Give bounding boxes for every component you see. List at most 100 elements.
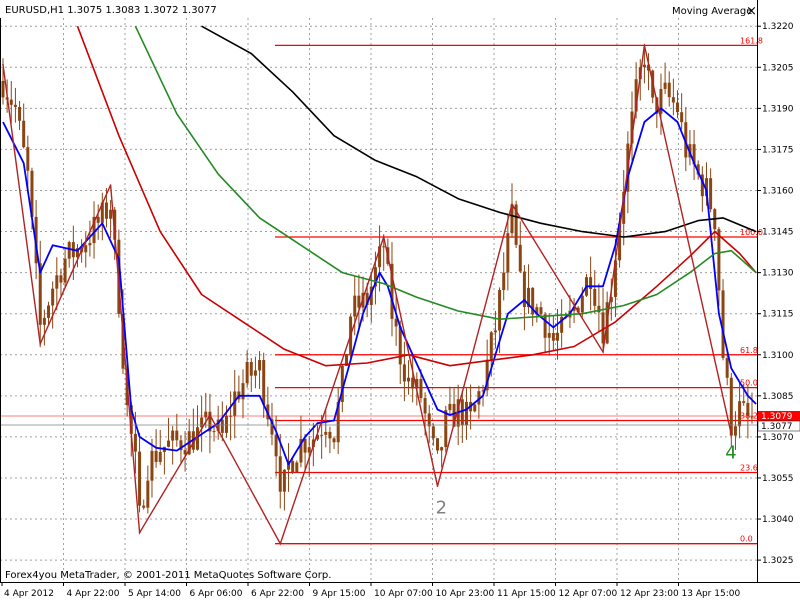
y-tick-label: 1.3100 bbox=[762, 351, 794, 361]
candle-body bbox=[717, 229, 721, 291]
candle-body bbox=[332, 438, 336, 443]
candle-body bbox=[556, 332, 560, 341]
candle-body bbox=[253, 370, 257, 376]
zigzag-point bbox=[511, 203, 513, 205]
x-tick-label: 4 Apr 22:00 bbox=[67, 589, 120, 599]
fib-level-label: 161.8 bbox=[740, 36, 763, 45]
chart-window: 161.8100.061.850.038.223.60.0 24 1.30251… bbox=[0, 0, 800, 600]
svg-text:1.3079: 1.3079 bbox=[761, 412, 793, 422]
candle-body bbox=[138, 451, 142, 506]
candle-body bbox=[133, 433, 137, 452]
candle-body bbox=[473, 404, 477, 412]
candle-body bbox=[167, 440, 171, 447]
candle-body bbox=[22, 120, 26, 148]
y-tick-label: 1.3040 bbox=[762, 515, 794, 525]
y-tick-label: 1.3130 bbox=[762, 269, 794, 279]
candle-body bbox=[427, 413, 431, 427]
x-tick-label: 13 Apr 15:00 bbox=[682, 589, 741, 599]
candle-body bbox=[324, 431, 328, 435]
y-tick-label: 1.3025 bbox=[762, 556, 794, 566]
candle-body bbox=[245, 362, 249, 384]
zigzag-point bbox=[279, 542, 282, 545]
candle-body bbox=[436, 438, 440, 451]
candle-body bbox=[55, 275, 59, 289]
candle bbox=[721, 279, 725, 361]
candle-body bbox=[307, 447, 311, 453]
candle-body bbox=[262, 359, 266, 405]
candle-body bbox=[738, 401, 742, 427]
zigzag-point bbox=[138, 531, 141, 534]
candle-body bbox=[142, 505, 146, 508]
candle-body bbox=[291, 460, 295, 473]
candle-body bbox=[593, 288, 597, 306]
candle-body bbox=[96, 216, 100, 223]
candle-body bbox=[295, 462, 299, 473]
candle-body bbox=[733, 426, 737, 436]
candle-body bbox=[440, 447, 444, 451]
candle-body bbox=[680, 112, 684, 123]
x-tick-label: 5 Apr 14:00 bbox=[128, 589, 181, 599]
x-tick-label: 12 Apr 07:00 bbox=[559, 589, 618, 599]
candle-body bbox=[547, 332, 551, 338]
candle-body bbox=[42, 317, 46, 325]
zigzag-point bbox=[436, 485, 439, 487]
candle-body bbox=[204, 411, 208, 418]
candle-body bbox=[402, 364, 406, 382]
wave-label: 2 bbox=[436, 497, 447, 518]
candle-body bbox=[67, 242, 71, 259]
candle-body bbox=[746, 402, 750, 417]
candle-body bbox=[580, 295, 584, 313]
x-tick-label: 11 Apr 15:00 bbox=[497, 589, 556, 599]
candle-body bbox=[431, 426, 435, 439]
candle-body bbox=[278, 456, 282, 492]
candle-body bbox=[328, 431, 332, 439]
candle-body bbox=[750, 416, 754, 418]
wave-label: 4 bbox=[725, 443, 736, 464]
close-icon[interactable]: × bbox=[746, 4, 757, 19]
candle-body bbox=[26, 147, 30, 171]
candle-body bbox=[502, 272, 506, 290]
candle-body bbox=[489, 332, 493, 360]
candle-body bbox=[282, 469, 286, 492]
y-tick-label: 1.3085 bbox=[762, 392, 794, 402]
x-tick-label: 12 Apr 23:00 bbox=[620, 589, 679, 599]
candle-body bbox=[709, 178, 713, 210]
x-tick-label: 4 Apr 2012 bbox=[4, 589, 54, 599]
candle-body bbox=[663, 82, 667, 89]
candle-body bbox=[589, 277, 593, 289]
y-tick-label: 1.3145 bbox=[762, 228, 794, 238]
candle-body bbox=[642, 64, 646, 68]
candle-body bbox=[543, 314, 547, 338]
fib-level-label: 0.0 bbox=[740, 535, 753, 544]
candle-body bbox=[241, 383, 245, 400]
y-tick-label: 1.3220 bbox=[762, 22, 794, 32]
symbol-ohlc-label: EURUSD,H1 1.3075 1.3083 1.3072 1.3077 bbox=[5, 5, 217, 16]
y-tick-label: 1.3160 bbox=[762, 186, 794, 196]
candle-body bbox=[109, 209, 113, 219]
zigzag-point bbox=[730, 433, 733, 435]
x-tick-label: 10 Apr 23:00 bbox=[436, 589, 495, 599]
candle-body bbox=[171, 430, 175, 441]
candle-body bbox=[671, 97, 675, 103]
zigzag-point bbox=[209, 414, 211, 416]
y-tick-label: 1.3205 bbox=[762, 63, 794, 73]
svg-text:1.3077: 1.3077 bbox=[761, 422, 793, 432]
candle-body bbox=[158, 451, 162, 462]
candle-body bbox=[493, 330, 497, 333]
zigzag-point bbox=[382, 236, 385, 238]
candle-body bbox=[407, 377, 411, 382]
copyright-label: Forex4you MetaTrader, © 2001-2011 MetaQu… bbox=[5, 570, 331, 581]
candle-body bbox=[423, 397, 427, 414]
candle-body bbox=[742, 401, 746, 403]
x-tick-label: 10 Apr 07:00 bbox=[374, 589, 433, 599]
candle-body bbox=[175, 430, 179, 441]
zigzag-point bbox=[602, 351, 604, 353]
candle-body bbox=[444, 410, 448, 448]
candle-body bbox=[320, 434, 324, 436]
candle-body bbox=[18, 106, 22, 121]
candle-body bbox=[220, 419, 224, 433]
candle-body bbox=[150, 450, 154, 481]
candle-body bbox=[460, 399, 464, 426]
price-chart[interactable]: 161.8100.061.850.038.223.60.0 24 1.30251… bbox=[0, 0, 800, 600]
y-tick-label: 1.3070 bbox=[762, 433, 794, 443]
